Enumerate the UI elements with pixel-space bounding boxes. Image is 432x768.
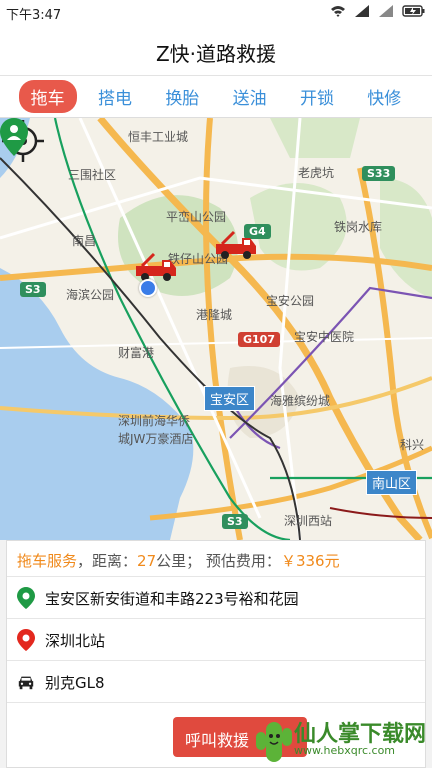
- origin-address: 宝安区新安街道和丰路223号裕和花园: [45, 590, 299, 608]
- road-badge-s3-left: S3: [20, 282, 46, 297]
- destination-pin-icon: [17, 629, 35, 651]
- signal-icon-2: [379, 5, 393, 17]
- road-badge-s3-bottom: S3: [222, 514, 248, 529]
- map-label-kexing: 科兴: [400, 438, 425, 452]
- vehicle-model: 别克GL8: [45, 674, 105, 692]
- tab-quick-repair[interactable]: 快修: [355, 80, 413, 113]
- current-location-dot: [139, 279, 157, 297]
- watermark: 仙人掌下载网 www.hebxqrc.com: [254, 710, 432, 768]
- tab-tire-change[interactable]: 换胎: [153, 80, 211, 113]
- wifi-icon: [331, 6, 345, 17]
- district-nanshan: 南山区: [366, 470, 418, 495]
- map-label-haibin: 海滨公园: [66, 288, 115, 302]
- map-label-nanchang: 南昌: [72, 234, 97, 248]
- road-badge-g107: G107: [238, 332, 280, 347]
- battery-icon: [402, 5, 425, 17]
- tow-truck-icon[interactable]: [134, 252, 178, 282]
- tow-truck-icon-2[interactable]: [214, 230, 258, 260]
- map-label-ganglong: 港隆城: [196, 308, 233, 322]
- title-bar: Z快·道路救援: [0, 24, 432, 76]
- map-label-baoan-park: 宝安公园: [266, 294, 315, 308]
- page-title: Z快·道路救援: [155, 42, 277, 66]
- map-label-tiegang: 铁岗水库: [334, 220, 383, 234]
- map-label-hengfeng: 恒丰工业城: [128, 130, 189, 144]
- fee-value: ￥336元: [280, 552, 340, 570]
- status-icons: [330, 4, 426, 18]
- distance-value: 27: [137, 552, 157, 570]
- district-baoan: 宝安区: [204, 386, 256, 411]
- car-icon: [18, 676, 34, 690]
- tab-fuel-delivery[interactable]: 送油: [221, 80, 279, 113]
- map-label-shenzhen-west: 深圳西站: [284, 514, 333, 528]
- map-label-caifu: 财富港: [118, 346, 155, 360]
- service-name: 拖车服务: [17, 552, 78, 570]
- watermark-url: www.hebxqrc.com: [294, 744, 396, 757]
- map-label-sanwei: 三围社区: [68, 168, 117, 182]
- origin-row[interactable]: 宝安区新安街道和丰路223号裕和花园: [7, 577, 425, 619]
- map-view[interactable]: 恒丰工业城 三围社区 老虎坑 平峦山公园 铁岗水库 南昌 铁仔山公园 海滨公园 …: [0, 118, 432, 540]
- map-label-qianhai-2: 城JW万豪酒店: [118, 432, 194, 446]
- destination-row[interactable]: 深圳北站: [7, 619, 425, 661]
- fee-prefix: 预估费用：: [205, 552, 281, 570]
- tab-unlock[interactable]: 开锁: [288, 80, 346, 113]
- distance-prefix: ，距离：: [77, 552, 138, 570]
- status-bar: 下午3:47: [0, 0, 432, 24]
- distance-unit: 公里；: [156, 552, 202, 570]
- map-label-haiya: 海雅缤纷城: [270, 394, 331, 408]
- service-tabs: 拖车 搭电 换胎 送油 开锁 快修: [0, 76, 432, 118]
- tab-tow[interactable]: 拖车: [18, 80, 77, 113]
- signal-icon: [355, 5, 369, 17]
- order-summary: 拖车服务，距离：27公里； 预估费用：￥336元: [7, 541, 425, 577]
- destination-address: 深圳北站: [45, 632, 106, 650]
- map-label-pingluan: 平峦山公园: [166, 210, 227, 224]
- vehicle-row[interactable]: 别克GL8: [7, 661, 425, 703]
- road-badge-s33: S33: [362, 166, 396, 181]
- cactus-logo-icon: [256, 722, 292, 762]
- location-pin-icon[interactable]: [0, 118, 28, 156]
- status-time: 下午3:47: [6, 8, 62, 23]
- map-label-laohukeng: 老虎坑: [298, 166, 335, 180]
- origin-pin-icon: [17, 587, 35, 609]
- map-label-qianhai-1: 深圳前海华侨: [118, 414, 191, 428]
- tab-jump-start[interactable]: 搭电: [86, 80, 144, 113]
- map-label-baoan-hospital: 宝安中医院: [294, 330, 355, 344]
